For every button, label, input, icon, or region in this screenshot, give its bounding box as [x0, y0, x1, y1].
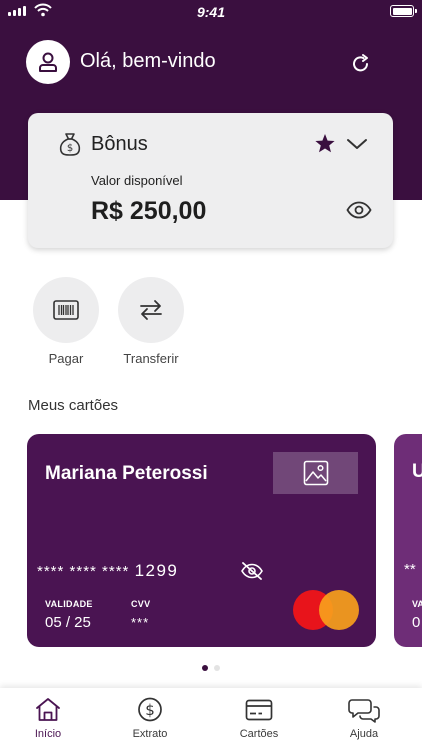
pay-label: Pagar: [48, 351, 84, 366]
tab-help-label: Ajuda: [349, 728, 379, 740]
tab-home-label: Início: [34, 728, 62, 740]
next-card-peek[interactable]: U ** VA 0: [394, 434, 422, 647]
money-bag-icon: $: [59, 133, 81, 156]
card-number-masked: **** **** ****: [37, 563, 130, 580]
home-icon: [36, 698, 60, 721]
status-time: 9:41: [196, 4, 226, 20]
next-card-validity-label: VA: [412, 599, 422, 609]
transfer-button[interactable]: Transferir: [117, 277, 185, 366]
avatar[interactable]: [26, 40, 70, 84]
card-icon: [245, 699, 273, 721]
star-icon[interactable]: [314, 133, 336, 154]
balance-label: Valor disponível: [91, 173, 183, 188]
user-icon: [39, 52, 57, 72]
svg-text:$: $: [67, 143, 73, 154]
dollar-circle-icon: $: [138, 697, 162, 722]
next-card-validity: 0: [412, 614, 421, 631]
transfer-label: Transferir: [123, 351, 179, 366]
eye-off-icon[interactable]: [240, 561, 264, 581]
cvv-label: CVV: [131, 599, 151, 609]
carousel-indicator: [202, 665, 220, 671]
tab-help[interactable]: Ajuda: [324, 696, 404, 740]
eye-icon[interactable]: [346, 201, 372, 219]
balance-amount: R$ 250,00: [91, 197, 207, 225]
transfer-arrows-icon: [140, 300, 162, 320]
next-card-holder: U: [412, 461, 422, 482]
validity-value: 05 / 25: [45, 614, 91, 631]
balance-title: Bônus: [91, 133, 148, 155]
next-card-number: **: [404, 561, 416, 578]
cvv-value: ***: [131, 615, 150, 630]
carousel-dot-active[interactable]: [202, 665, 208, 671]
barcode-icon: [53, 300, 79, 320]
balance-card[interactable]: $ Bônus Valor disponível R$ 250,00: [28, 113, 393, 248]
bottom-tab-bar: Início $ Extrato Cartões Ajuda: [0, 688, 422, 750]
card-image-button[interactable]: [273, 452, 358, 494]
refresh-icon: [353, 54, 368, 72]
my-cards-title: Meus cartões: [28, 397, 119, 414]
card-number-last4: 1299: [134, 561, 179, 580]
tab-cards[interactable]: Cartões: [219, 696, 299, 740]
status-bar: 9:41: [0, 0, 422, 24]
pay-button[interactable]: Pagar: [32, 277, 100, 366]
carousel-dot[interactable]: [214, 665, 220, 671]
credit-card[interactable]: Mariana Peterossi **** **** **** 1299 VA…: [27, 434, 376, 647]
chevron-down-icon[interactable]: [346, 137, 368, 151]
greeting-text: Olá, bem-vindo: [80, 50, 216, 72]
card-number: **** **** **** 1299: [37, 561, 178, 581]
svg-text:$: $: [145, 701, 155, 719]
chat-bubbles-icon: [348, 699, 380, 723]
battery-icon: [390, 5, 417, 17]
tab-statement-label: Extrato: [132, 728, 168, 740]
refresh-button[interactable]: [348, 51, 374, 77]
tab-statement[interactable]: $ Extrato: [110, 696, 190, 740]
tab-home[interactable]: Início: [8, 696, 88, 740]
tab-cards-label: Cartões: [239, 728, 279, 740]
image-icon: [303, 460, 328, 486]
card-holder-name: Mariana Peterossi: [45, 463, 208, 484]
validity-label: VALIDADE: [45, 599, 93, 609]
mastercard-logo: [293, 590, 359, 630]
